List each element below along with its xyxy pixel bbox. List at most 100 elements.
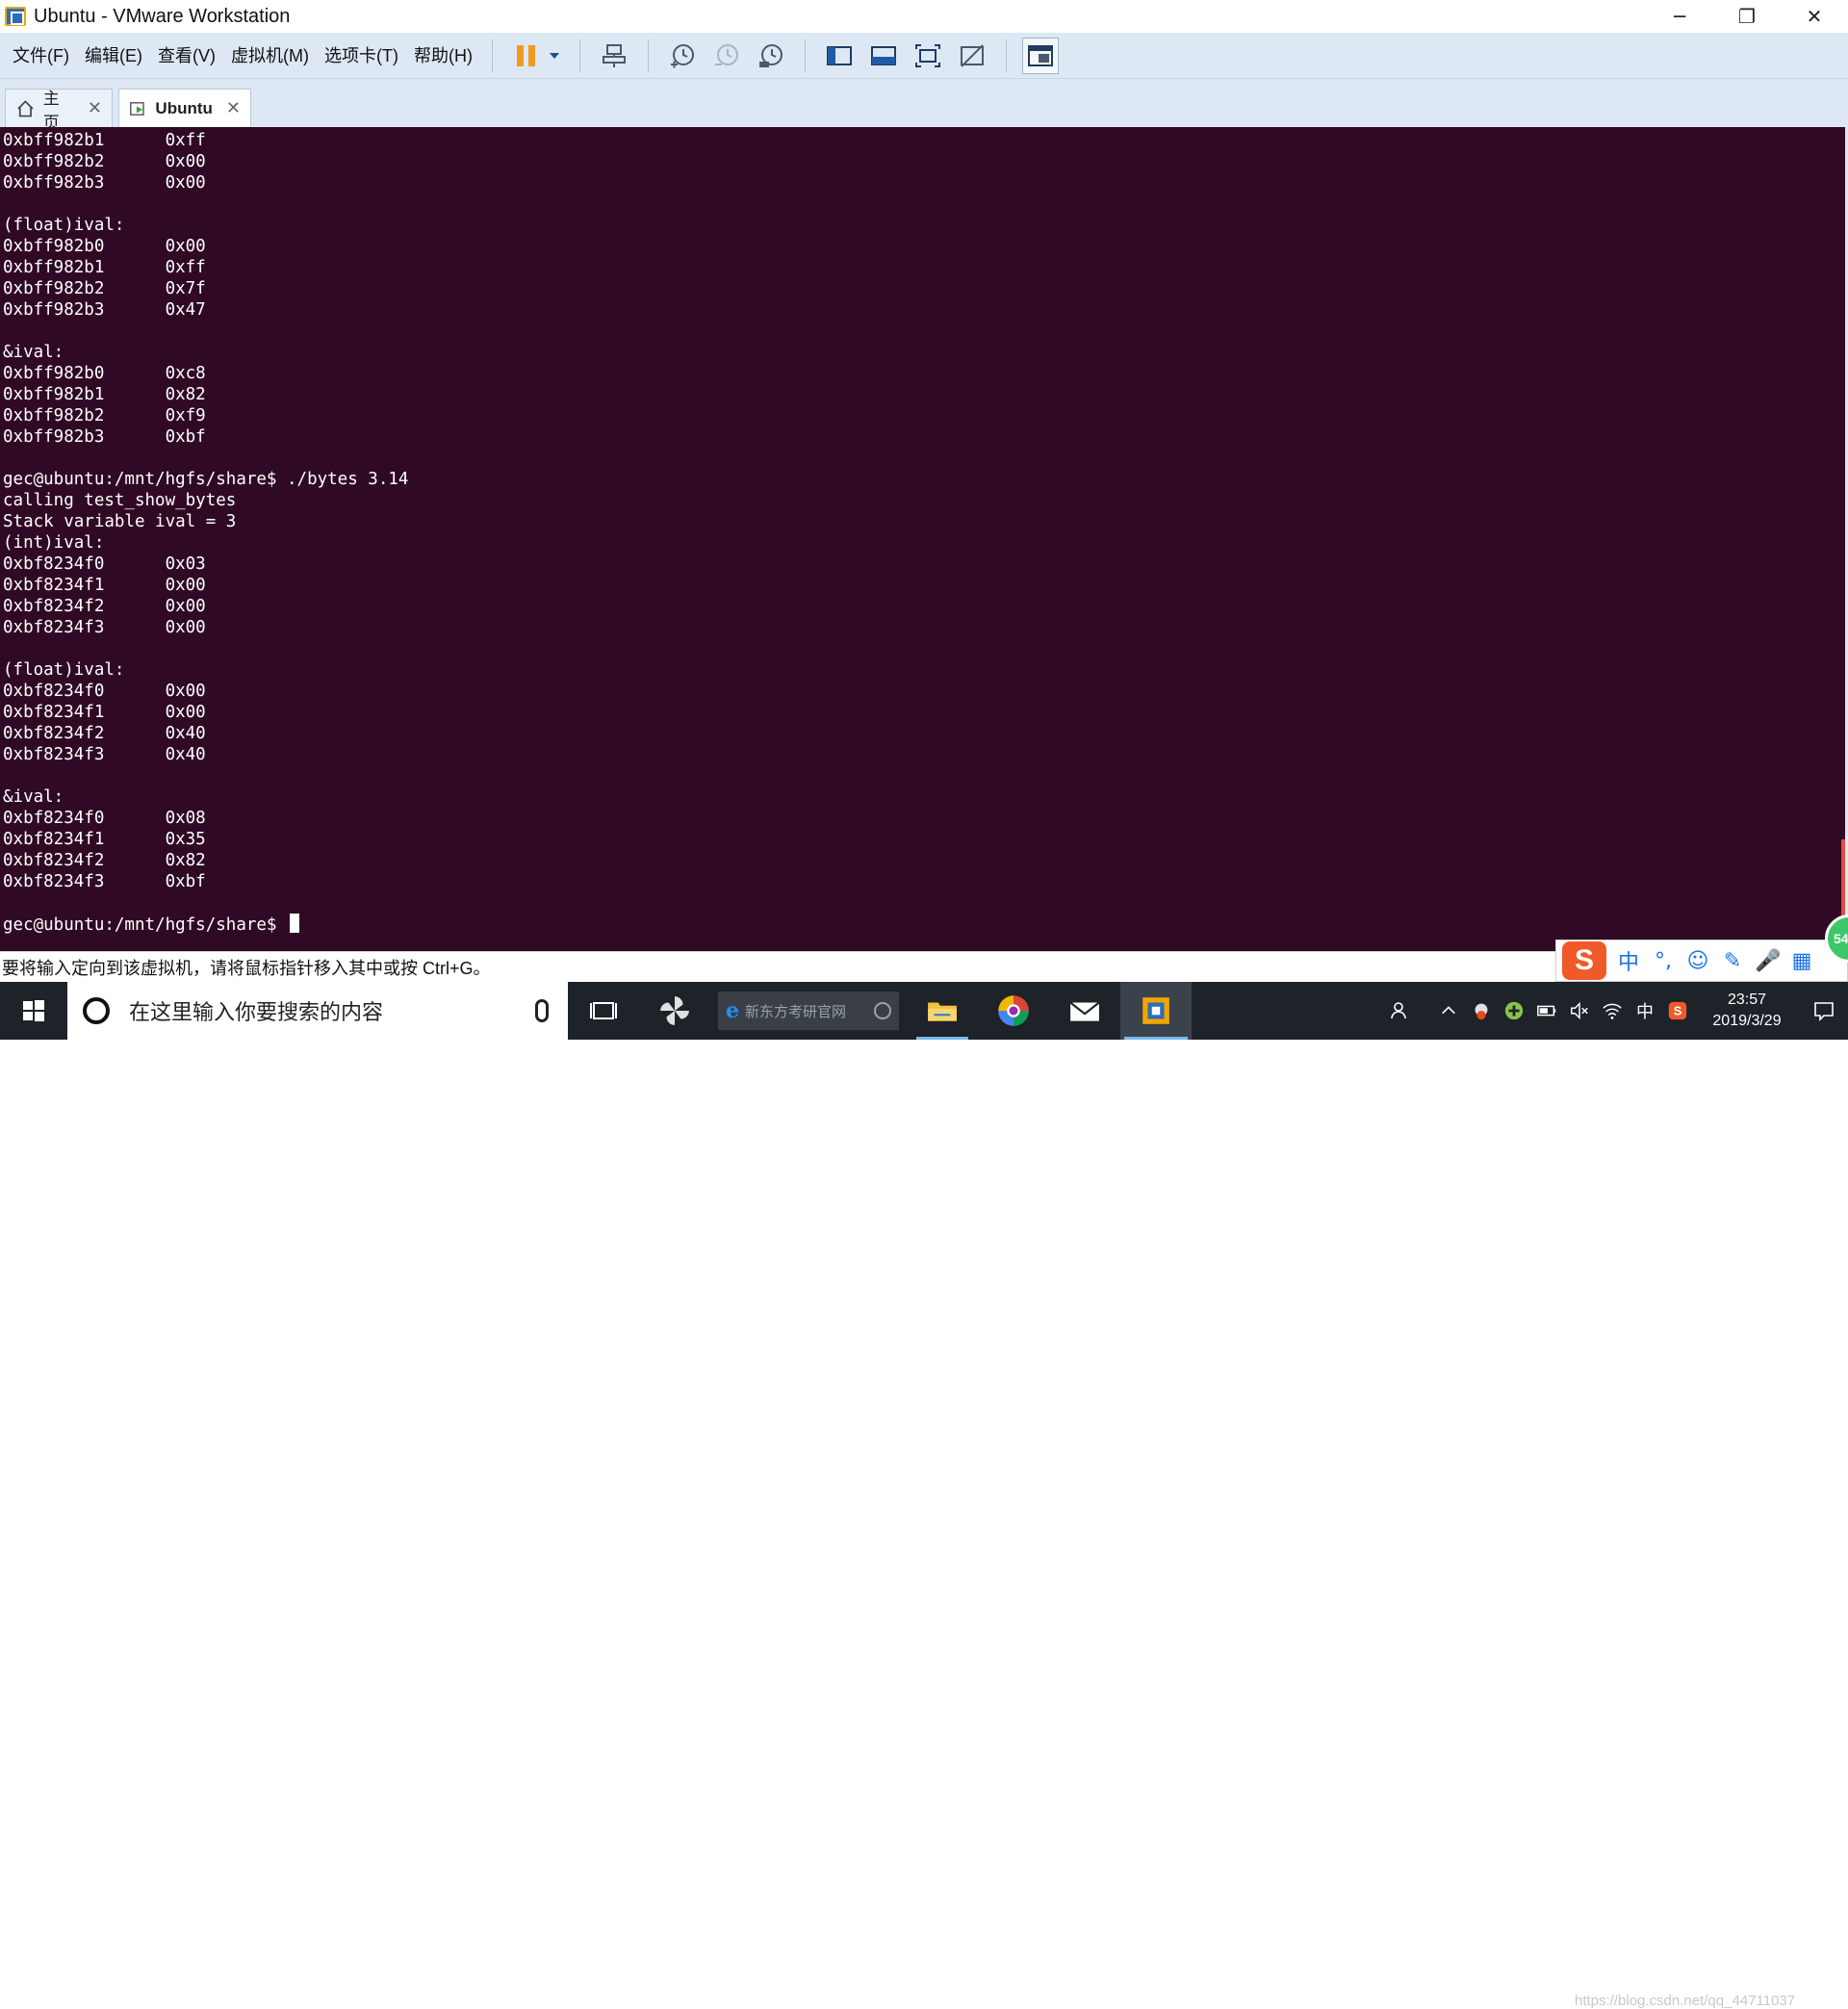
full-screen-button[interactable] [910,38,946,74]
minimize-button[interactable]: ─ [1646,0,1713,33]
ime-emoji-icon[interactable]: ☺ [1685,949,1710,973]
console-view-button[interactable] [1021,37,1059,74]
tab-home-label: 主页 [42,89,60,132]
terminal-line: 0xbf8234f1 0x00 [3,703,206,722]
fullscreen-icon [914,43,940,67]
ie-search-icon [874,1002,891,1019]
start-button[interactable] [0,982,67,1040]
menu-vm[interactable]: 虚拟机(M) [223,37,317,75]
snapshot-button[interactable] [664,38,701,74]
tab-home[interactable]: 主页 ✕ [5,89,113,132]
terminal-line: Stack variable ival = 3 [3,512,237,531]
pause-button[interactable] [508,38,545,74]
clock-date: 2019/3/29 [1712,1013,1782,1029]
ime-handwrite-icon[interactable]: ✎ [1720,949,1745,973]
thumbnail-bar-button[interactable] [865,38,902,74]
terminal-line: calling test_show_bytes [3,491,237,510]
taskbar-app-vmware[interactable] [1120,982,1192,1040]
clock-snapshot-icon [670,43,694,67]
menu-tabs[interactable]: 选项卡(T) [317,37,406,75]
terminal-line: (int)ival: [3,533,105,553]
tab-home-close-icon[interactable]: ✕ [88,98,102,118]
terminal-line: 0xbff982b2 0xf9 [3,406,206,425]
taskbar-app-mail[interactable] [1049,982,1120,1040]
menu-edit[interactable]: 编辑(E) [77,37,150,75]
clock-revert-icon [714,43,738,65]
sogou-logo-icon[interactable]: S [1562,941,1606,980]
show-library-button[interactable] [821,38,858,74]
taskbar-app-explorer[interactable] [907,982,978,1040]
ie-address-box[interactable]: e 新东方考研官网 [718,992,899,1030]
qq-icon[interactable] [1465,982,1498,1040]
terminal-line: 0xbff982b0 0x00 [3,237,206,256]
security-plus-icon[interactable] [1498,982,1530,1040]
tab-ubuntu-close-icon[interactable]: ✕ [226,98,241,118]
close-button[interactable]: ✕ [1781,0,1848,33]
wifi-icon[interactable] [1596,982,1629,1040]
terminal-line: 0xbf8234f0 0x00 [3,682,206,701]
clock-manager-icon [758,43,783,67]
tab-ubuntu[interactable]: Ubuntu ✕ [118,89,251,127]
show-hidden-icons-icon[interactable] [1432,982,1465,1040]
vmware-icon [1142,997,1169,1024]
ie-search-text: 新东方考研官网 [745,1003,847,1020]
menu-view[interactable]: 查看(V) [150,37,223,75]
power-dropdown-button[interactable] [545,38,564,74]
toolbar-separator [647,39,649,72]
taskbar-search[interactable]: 在这里输入你要搜索的内容 [67,982,568,1040]
terminal-output: 0xbff982b1 0xff 0xbff982b2 0x00 0xbff982b3… [3,130,408,935]
microphone-icon[interactable] [535,999,549,1022]
ime-toolbar: S 中 °, ☺ ✎ 🎤 ▦ [1555,940,1848,982]
ime-punctuation[interactable]: °, [1651,949,1676,973]
terminal-line: 0xbff982b3 0x00 [3,173,206,193]
notification-icon [1814,1002,1834,1021]
bottom-panel-layout-icon [870,45,896,65]
system-clock[interactable]: 23:57 2019/3/29 [1694,990,1800,1032]
terminal-line: 0xbf8234f1 0x00 [3,576,206,595]
system-tray: 中 S 23:57 2019/3/29 [1384,982,1848,1040]
snapshot-manager-button[interactable] [753,38,789,74]
ime-chinese-mode[interactable]: 中 [1616,945,1641,976]
ime-voice-icon[interactable]: 🎤 [1755,949,1781,973]
terminal-line: gec@ubuntu:/mnt/hgfs/share$ [3,914,408,935]
terminal-line: 0xbf8234f3 0x40 [3,745,206,764]
people-icon[interactable] [1384,982,1417,1040]
terminal-line: 0xbf8234f2 0x82 [3,851,206,870]
taskbar-app-browser[interactable] [978,982,1049,1040]
mail-icon [1069,1001,1100,1021]
terminal-line: 0xbf8234f0 0x03 [3,554,206,574]
terminal-line: 0xbf8234f3 0xbf [3,872,206,891]
ie-icon: e [726,998,739,1023]
input-language-indicator[interactable]: 中 [1629,982,1661,1040]
sogou-tray-icon[interactable]: S [1661,982,1694,1040]
vm-running-icon [130,101,144,116]
menu-toolbar: 文件(F) 编辑(E) 查看(V) 虚拟机(M) 选项卡(T) 帮助(H) [0,33,1848,79]
taskbar-app-pinwheel[interactable] [639,982,710,1040]
clock-time: 23:57 [1727,992,1767,1008]
watermark-text: https://blog.csdn.net/qq_44711037 [1575,1993,1796,2009]
toolbar-separator [1005,39,1007,72]
revert-snapshot-button[interactable] [708,38,745,74]
vm-terminal-screen[interactable]: 0xbff982b1 0xff 0xbff982b2 0x00 0xbff982b3… [0,127,1848,951]
action-center-button[interactable] [1800,982,1848,1040]
terminal-line: 0xbf8234f2 0x00 [3,597,206,616]
ime-toolbox-icon[interactable]: ▦ [1789,949,1814,973]
unity-mode-button[interactable] [954,38,990,74]
toolbar-separator [491,39,493,72]
menu-file[interactable]: 文件(F) [5,37,77,75]
restore-button[interactable]: ❐ [1713,0,1781,33]
battery-icon[interactable] [1530,982,1563,1040]
window-title: Ubuntu - VMware Workstation [34,5,291,27]
terminal-line: 0xbf8234f2 0x40 [3,724,206,743]
toolbar-separator [804,39,806,72]
terminal-line: 0xbf8234f0 0x08 [3,809,206,828]
pause-icon [517,44,536,66]
toolbar-separator [578,39,580,72]
menu-help[interactable]: 帮助(H) [406,37,480,75]
send-ctrl-alt-del-button[interactable] [596,38,632,74]
volume-muted-icon[interactable] [1563,982,1596,1040]
task-view-button[interactable] [568,982,639,1040]
